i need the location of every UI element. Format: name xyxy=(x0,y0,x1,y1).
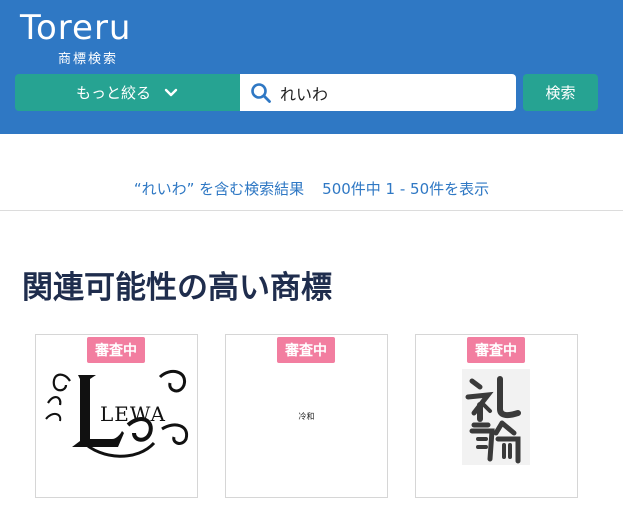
refine-button[interactable]: もっと絞る xyxy=(15,74,240,111)
trademark-card[interactable]: LEWA 審査中 xyxy=(35,334,198,498)
trademark-text: 冷和 xyxy=(298,412,315,421)
search-button-label: 検索 xyxy=(545,84,576,102)
status-badge: 審査中 xyxy=(87,337,145,363)
divider xyxy=(0,210,623,211)
status-badge: 審査中 xyxy=(467,337,525,363)
logo-wordmark: Toreru xyxy=(20,8,132,48)
search-icon xyxy=(251,82,271,103)
search-button[interactable]: 検索 xyxy=(523,74,598,111)
status-badge: 審査中 xyxy=(277,337,335,363)
logo-subtitle: 商標検索 xyxy=(58,52,119,67)
header-bar: Toreru 商標検索 もっと絞る 検索 xyxy=(0,0,623,134)
refine-button-label: もっと絞る xyxy=(75,84,151,102)
search-box[interactable] xyxy=(240,74,516,111)
result-summary: “れいわ” を含む検索結果 500件中 1 - 50件を表示 xyxy=(0,178,623,199)
toreru-logo[interactable]: Toreru 商標検索 xyxy=(20,8,132,67)
trademark-card[interactable]: 冷和 審査中 xyxy=(225,334,388,498)
result-query-text: “れいわ” を含む検索結果 xyxy=(133,180,305,198)
svg-text:LEWA: LEWA xyxy=(100,402,166,426)
section-title: 関連可能性の高い商標 xyxy=(22,270,332,306)
trademark-card[interactable]: 審査中 xyxy=(415,334,578,498)
search-input[interactable] xyxy=(280,77,500,108)
chevron-down-icon xyxy=(164,88,178,96)
trademark-image-kanji xyxy=(462,369,530,465)
result-count-text: 500件中 1 - 50件を表示 xyxy=(322,180,490,198)
trademark-image-lewa: LEWA xyxy=(42,363,192,463)
